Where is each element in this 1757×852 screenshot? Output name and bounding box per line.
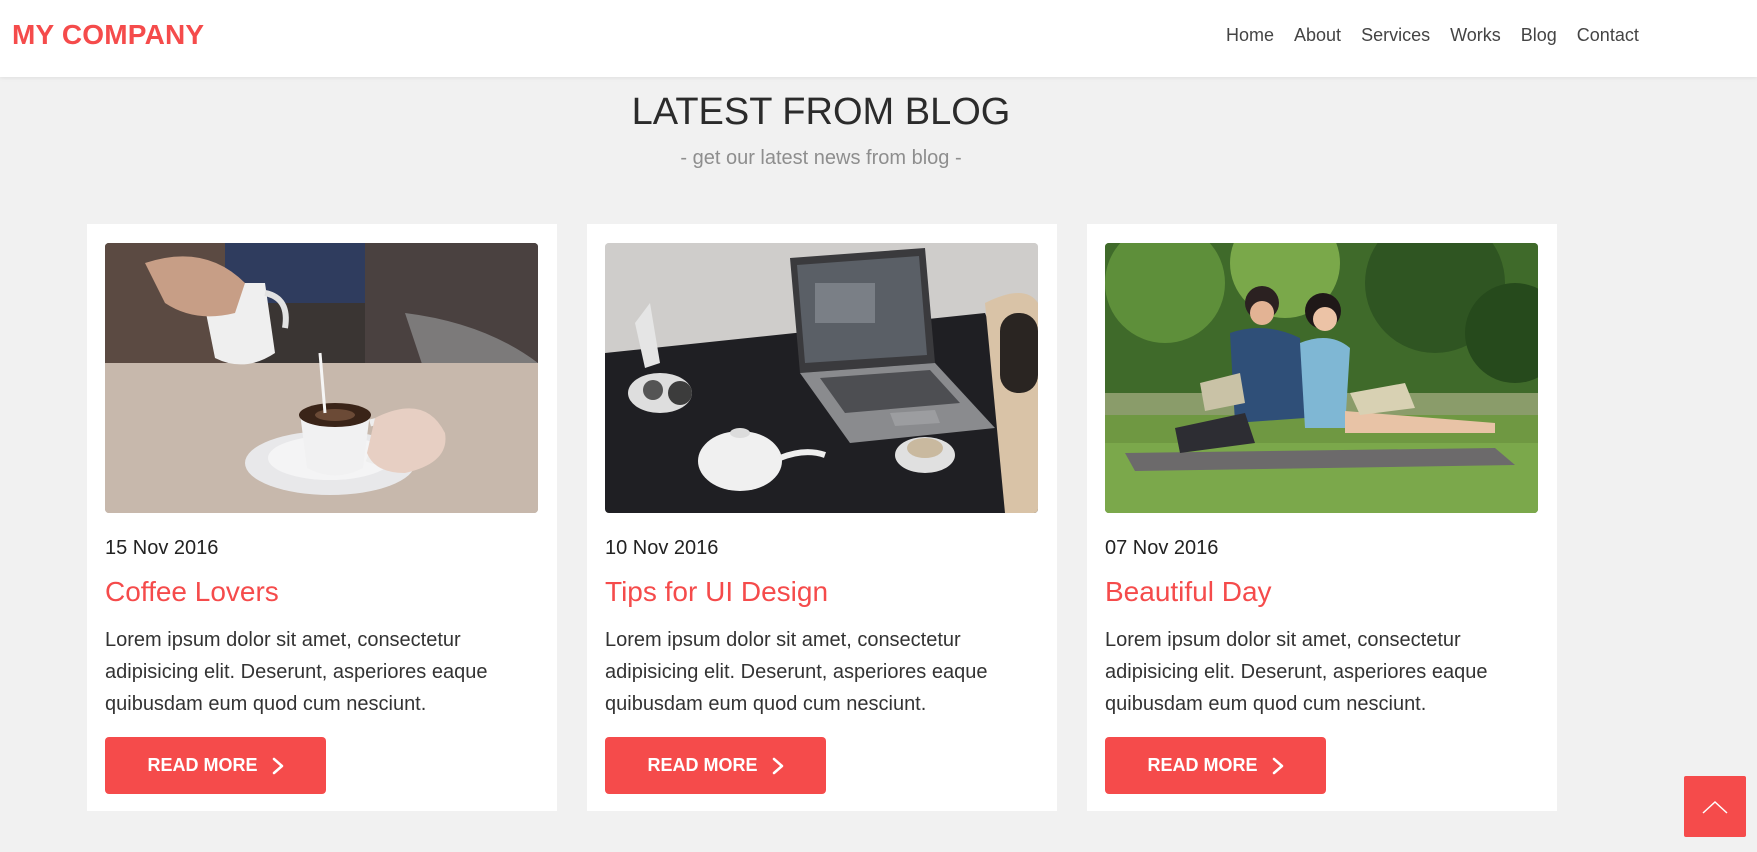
chevron-right-icon bbox=[272, 757, 283, 774]
read-more-label: READ MORE bbox=[647, 755, 758, 775]
blog-card-coffee-lovers: 15 Nov 2016 Coffee Lovers Lorem ipsum do… bbox=[87, 224, 557, 811]
post-title[interactable]: Coffee Lovers bbox=[105, 576, 279, 608]
read-more-label: READ MORE bbox=[147, 755, 258, 775]
read-more-button[interactable]: READ MORE bbox=[105, 737, 326, 794]
blog-image-laptop[interactable] bbox=[605, 243, 1038, 513]
post-date: 15 Nov 2016 bbox=[105, 537, 219, 559]
nav-link-services[interactable]: Services bbox=[1351, 24, 1440, 46]
coffee-photo bbox=[105, 243, 538, 513]
nav-item-contact: Contact bbox=[1567, 24, 1649, 46]
nav-item-about: About bbox=[1284, 24, 1351, 46]
nav-item-services: Services bbox=[1351, 24, 1440, 46]
post-excerpt: Lorem ipsum dolor sit amet, consectetur … bbox=[605, 629, 988, 715]
nav-item-blog: Blog bbox=[1511, 24, 1567, 46]
nav-link-works[interactable]: Works bbox=[1440, 24, 1511, 46]
read-more-button[interactable]: READ MORE bbox=[1105, 737, 1326, 794]
post-excerpt: Lorem ipsum dolor sit amet, consectetur … bbox=[1105, 629, 1488, 715]
post-excerpt: Lorem ipsum dolor sit amet, consectetur … bbox=[105, 629, 488, 715]
back-to-top-button[interactable] bbox=[1684, 776, 1746, 837]
nav-link-blog[interactable]: Blog bbox=[1511, 24, 1567, 46]
chevron-up-icon bbox=[1702, 800, 1728, 814]
brand-logo[interactable]: MY COMPANY bbox=[12, 19, 204, 51]
section-title: LATEST FROM BLOG bbox=[631, 91, 1011, 133]
post-title[interactable]: Beautiful Day bbox=[1105, 576, 1272, 608]
park-couple-photo bbox=[1105, 243, 1538, 513]
navbar: MY COMPANY Home About Services Works Blo… bbox=[0, 0, 1757, 77]
read-more-button[interactable]: READ MORE bbox=[605, 737, 826, 794]
nav-link-contact[interactable]: Contact bbox=[1567, 24, 1649, 46]
laptop-desk-photo bbox=[605, 243, 1038, 513]
section-subtitle: - get our latest news from blog - bbox=[680, 147, 962, 169]
blog-card-ui-design: 10 Nov 2016 Tips for UI Design Lorem ips… bbox=[587, 224, 1057, 811]
read-more-label: READ MORE bbox=[1147, 755, 1258, 775]
chevron-right-icon bbox=[772, 757, 783, 774]
post-date: 10 Nov 2016 bbox=[605, 537, 719, 559]
blog-image-park[interactable] bbox=[1105, 243, 1538, 513]
blog-card-beautiful-day: 07 Nov 2016 Beautiful Day Lorem ipsum do… bbox=[1087, 224, 1557, 811]
post-date: 07 Nov 2016 bbox=[1105, 537, 1219, 559]
nav-link-about[interactable]: About bbox=[1284, 24, 1351, 46]
nav-item-works: Works bbox=[1440, 24, 1511, 46]
nav-item-home: Home bbox=[1216, 24, 1284, 46]
nav-menu: Home About Services Works Blog Contact bbox=[1216, 24, 1649, 46]
nav-link-home[interactable]: Home bbox=[1216, 24, 1284, 46]
chevron-right-icon bbox=[1272, 757, 1283, 774]
blog-image-coffee[interactable] bbox=[105, 243, 538, 513]
post-title[interactable]: Tips for UI Design bbox=[605, 576, 828, 608]
